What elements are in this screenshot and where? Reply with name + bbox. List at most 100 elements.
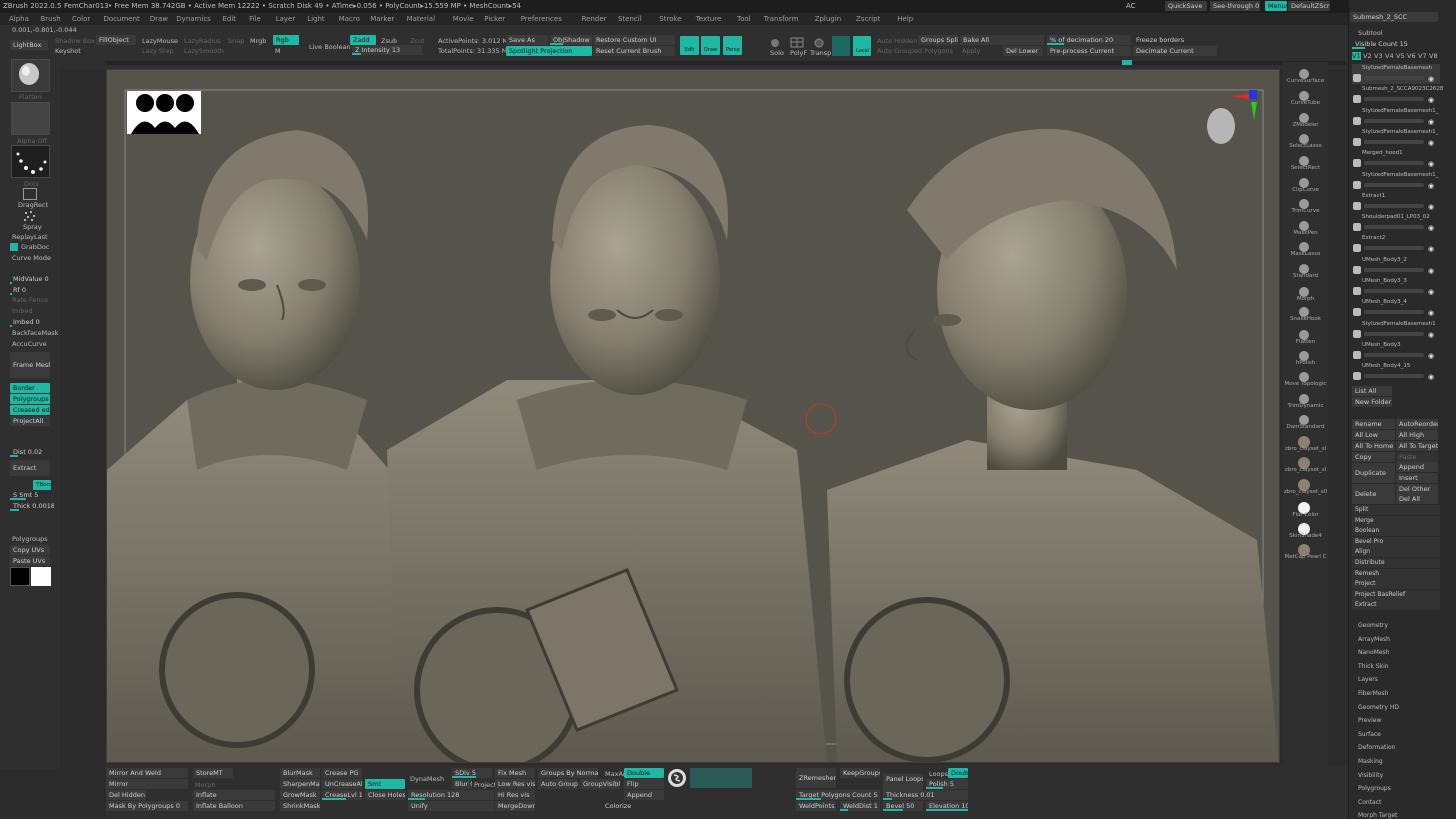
action-remesh-button[interactable]: Remesh — [1352, 568, 1440, 579]
crease-pg-button[interactable]: Crease PG — [322, 768, 362, 778]
auto-grouped-polygons-button[interactable]: Auto Grouped Polygons — [877, 47, 953, 55]
eye-icon[interactable]: ◉ — [1428, 331, 1434, 339]
backface-mask-button[interactable]: BackfaceMask — [12, 329, 58, 337]
loops-slider[interactable]: Loops — [929, 770, 948, 778]
store-mt-button[interactable]: StoreMT — [193, 768, 233, 778]
subtool-item[interactable]: UMesh_Body3 ◉ — [1352, 341, 1440, 361]
all-to-home-button[interactable]: All To Home — [1352, 441, 1395, 451]
copy-button[interactable]: Copy — [1352, 452, 1395, 462]
3d-viewport[interactable] — [107, 70, 1279, 762]
del-lower-button[interactable]: Del Lower — [1003, 46, 1043, 56]
project-toggle[interactable]: Project — [474, 781, 496, 789]
sharpen-mask-button[interactable]: SharpenMask — [280, 779, 320, 789]
polish-slider[interactable]: Polish 5 — [926, 779, 968, 789]
eye-icon[interactable]: ◉ — [1428, 245, 1434, 253]
dynamesh-button[interactable]: DynaMesh — [410, 775, 444, 783]
reference-thumbnail[interactable] — [127, 91, 201, 134]
insert-button[interactable]: Insert — [1396, 473, 1438, 483]
menu-edit[interactable]: Edit — [223, 15, 237, 23]
sdiv-slider[interactable]: SDiv 5 — [452, 768, 492, 778]
menu-draw[interactable]: Draw — [150, 15, 168, 23]
action-extract-button[interactable]: Extract — [1352, 600, 1440, 611]
creased-edge-toggle[interactable]: Creased edge — [10, 405, 50, 415]
menu-zscript[interactable]: Zscript — [856, 15, 880, 23]
action-align-button[interactable]: Align — [1352, 547, 1440, 558]
frame-mesh-button[interactable]: Frame Mesh — [10, 352, 50, 378]
menu-material[interactable]: Material — [407, 15, 435, 23]
rf-slider[interactable]: Rf 0 — [10, 285, 50, 295]
subtool-item[interactable]: UMesh_Body3_2 ◉ — [1352, 256, 1440, 276]
panel-visibility[interactable]: Visibility — [1358, 772, 1383, 779]
subtool-item[interactable]: UMesh_Body3_4 ◉ — [1352, 298, 1440, 318]
copy-uvs-button[interactable]: Copy UVs — [10, 545, 50, 555]
version-v8[interactable]: V8 — [1429, 52, 1438, 60]
autoreorder-button[interactable]: AutoReorder — [1396, 419, 1438, 429]
bevel-slider[interactable]: Bevel 50 — [883, 801, 923, 811]
save-as-button[interactable]: Save As — [506, 35, 548, 45]
uncrease-all-button[interactable]: UnCreaseAll — [322, 779, 362, 789]
subtool-item[interactable]: StylizedFemaleBasemesh1_ ◉ — [1352, 128, 1440, 148]
s-smt-slider[interactable]: S Smt 5 — [10, 490, 50, 500]
visible-count-slider[interactable]: Visible Count 15 — [1352, 39, 1440, 49]
eye-icon[interactable]: ◉ — [1428, 160, 1434, 168]
subtool-toggles[interactable] — [1364, 310, 1424, 315]
crease-level-slider[interactable]: CreaseLvl 15 — [322, 790, 362, 800]
menu-help[interactable]: Help — [897, 15, 913, 23]
double-toggle[interactable]: Double — [624, 768, 664, 778]
subtool-toggles[interactable] — [1364, 161, 1424, 166]
extract-button[interactable]: Extract — [10, 460, 50, 476]
z-intensity-slider[interactable]: Z Intensity 13 — [352, 45, 422, 55]
eye-icon[interactable]: ◉ — [1428, 352, 1434, 360]
eye-icon[interactable]: ◉ — [1428, 139, 1434, 147]
menu-file[interactable]: File — [249, 15, 261, 23]
snap-toggle[interactable]: Snap — [228, 37, 244, 45]
menu-alpha[interactable]: Alpha — [9, 15, 29, 23]
panel-loops-button[interactable]: Panel Loops — [883, 774, 923, 790]
menu-zplugin[interactable]: Zplugin — [815, 15, 841, 23]
menu-picker[interactable]: Picker — [484, 15, 505, 23]
list-all-button[interactable]: List All — [1352, 386, 1392, 396]
subtool-item[interactable]: StylizedFemaleBasemesh1_ ◉ — [1352, 107, 1440, 127]
mirror-button[interactable]: Mirror — [106, 779, 188, 789]
polyf-icon[interactable] — [790, 37, 804, 48]
hi-res-vis-button[interactable]: Hi Res vis — [495, 790, 535, 800]
panel-fibermesh[interactable]: FiberMesh — [1358, 690, 1388, 697]
subtool-toggles[interactable] — [1364, 76, 1424, 80]
eye-icon[interactable]: ◉ — [1428, 182, 1434, 190]
grow-mask-button[interactable]: GrowMask — [280, 790, 320, 800]
solo-icon[interactable] — [768, 38, 782, 48]
subtool-item[interactable]: StylizedFemaleBasemesh ◉ — [1352, 64, 1440, 84]
tbord-toggle[interactable]: TBord — [33, 480, 51, 490]
subtool-toggles[interactable] — [1364, 182, 1424, 187]
border-toggle[interactable]: Border — [10, 383, 50, 393]
auto-groups-button[interactable]: Auto Groups — [538, 779, 578, 789]
subtool-item[interactable]: StylizedFemaleBasemesh1 ◉ — [1352, 320, 1440, 340]
polygroups-toggle[interactable]: Polygroups — [10, 394, 50, 404]
subtool-toggles[interactable] — [1364, 267, 1424, 272]
target-polygons-slider[interactable]: Target Polygons Count 5 — [796, 790, 880, 800]
unify-button[interactable]: Unify — [408, 801, 494, 811]
paste-button[interactable]: Paste — [1396, 452, 1438, 462]
subtool-toggles[interactable] — [1364, 331, 1424, 336]
subtool-toggles[interactable] — [1364, 97, 1424, 102]
panel-nanomesh[interactable]: NanoMesh — [1358, 649, 1389, 656]
double-panel-toggle[interactable]: Double — [948, 768, 968, 778]
groups-by-normals-button[interactable]: Groups By Normals — [538, 768, 598, 778]
inflate-slider[interactable]: Inflate — [193, 790, 275, 800]
fill-object-button[interactable]: FillObject — [96, 35, 136, 45]
eye-icon[interactable]: ◉ — [1428, 309, 1434, 317]
eye-icon[interactable]: ◉ — [1428, 203, 1434, 211]
midvalue-slider[interactable]: MidValue 0 — [10, 274, 50, 284]
resolution-slider[interactable]: Resolution 128 — [408, 790, 494, 800]
menu-tool[interactable]: Tool — [737, 15, 751, 23]
rename-button[interactable]: Rename — [1352, 419, 1395, 429]
lazymouse-button[interactable]: LazyMouse — [142, 37, 178, 45]
mirror-and-weld-button[interactable]: Mirror And Weld — [106, 768, 188, 778]
flip-button[interactable]: Flip — [624, 779, 664, 789]
timeline-track[interactable] — [106, 61, 1346, 65]
del-all-button[interactable]: Del All — [1396, 494, 1438, 504]
preprocess-current-button[interactable]: Pre-process Current — [1047, 46, 1131, 56]
subtool-item[interactable]: Merged_hood1 ◉ — [1352, 149, 1440, 169]
persp-button[interactable]: Persp — [723, 36, 742, 55]
subtool-toggles[interactable] — [1364, 203, 1424, 208]
